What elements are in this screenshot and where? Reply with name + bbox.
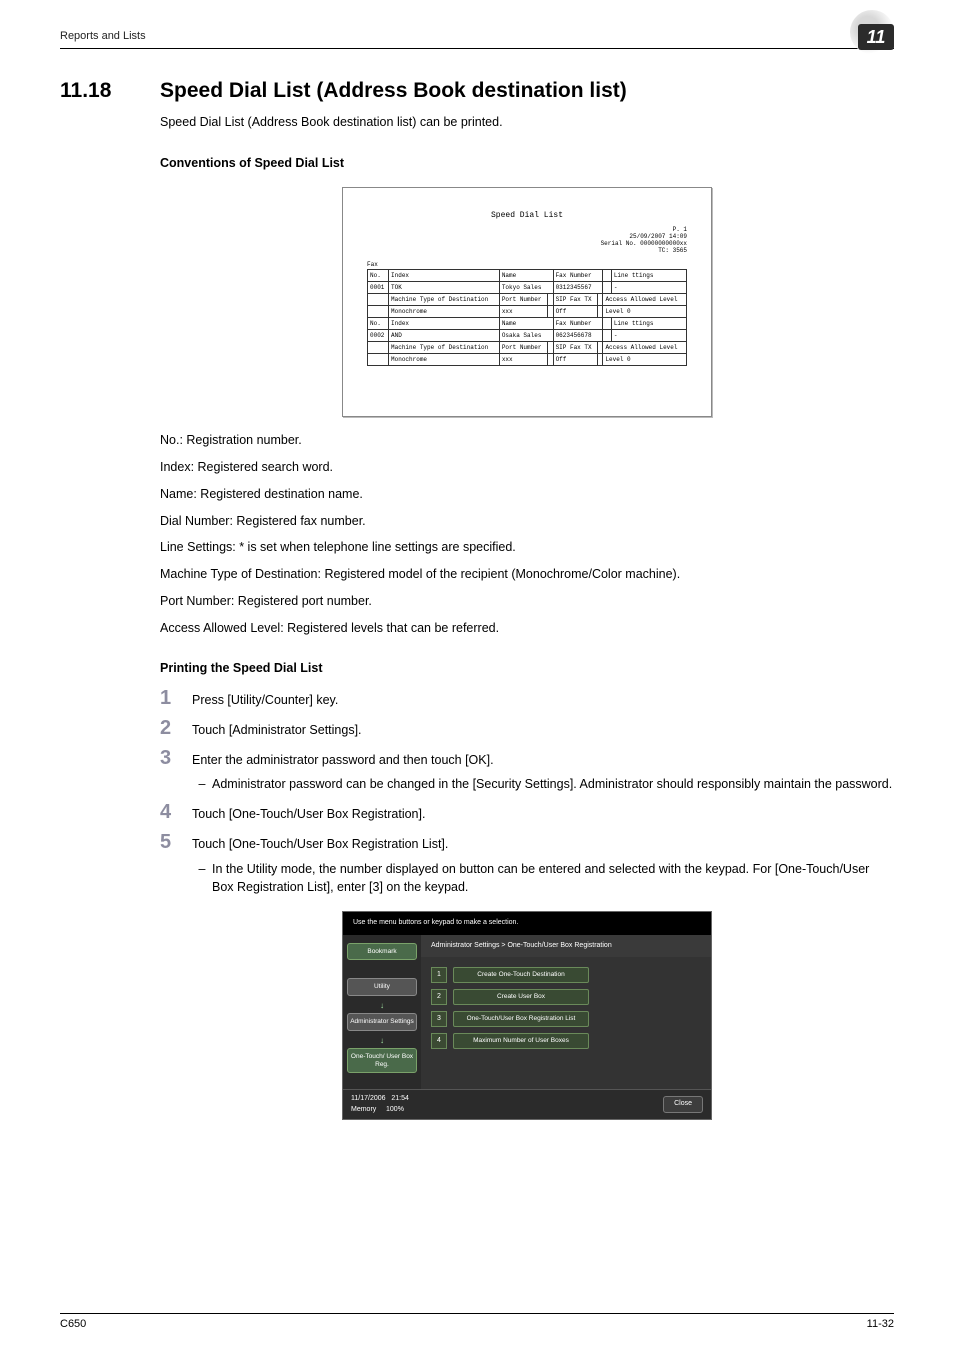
top-rule: [60, 48, 894, 49]
report-meta: P. 1 25/09/2007 14:09 Serial No. 0000000…: [367, 226, 687, 255]
step-sub: – Administrator password can be changed …: [192, 775, 894, 794]
step-number: 5: [160, 832, 192, 897]
menu-label: Create One-Touch Destination: [453, 967, 589, 983]
def-dial: Dial Number: Registered fax number.: [160, 512, 894, 531]
screen-footer: 11/17/2006 21:54 Memory 100% Close: [343, 1089, 711, 1119]
step-2: 2 Touch [Administrator Settings].: [160, 718, 894, 740]
step-3: 3 Enter the administrator password and t…: [160, 748, 894, 795]
bookmark-button[interactable]: Bookmark: [347, 943, 417, 961]
one-touch-button[interactable]: One-Touch/ User Box Reg.: [347, 1048, 417, 1074]
utility-button[interactable]: Utility: [347, 978, 417, 996]
section-title: Speed Dial List (Address Book destinatio…: [160, 79, 627, 103]
step-number: 2: [160, 718, 192, 740]
col-fax: Fax Number: [553, 270, 603, 282]
page: Reports and Lists 11 11.18 Speed Dial Li…: [0, 0, 954, 1350]
report-datetime: 25/09/2007 14:09: [367, 233, 687, 240]
section-heading: 11.18 Speed Dial List (Address Book dest…: [60, 79, 894, 103]
screen-sidebar: Bookmark Utility ↓ Administrator Setting…: [343, 935, 421, 1090]
report-group: Fax: [367, 260, 687, 269]
screen-instruction: Use the menu buttons or keypad to make a…: [343, 912, 711, 935]
report-table: No. Index Name Fax Number Line ttings 00…: [367, 269, 687, 366]
arrow-down-icon: ↓: [347, 1000, 417, 1012]
table-row: 0001 TOK Tokyo Sales 0312345567 -: [368, 282, 687, 294]
table-subrow-val: Monochrome xxx Off Level 0: [368, 306, 687, 318]
footer-right: 11-32: [867, 1318, 894, 1330]
page-footer: C650 11-32: [60, 1313, 894, 1330]
report-tc: TC: 3565: [367, 247, 687, 254]
step-sub-text: Administrator password can be changed in…: [212, 775, 894, 794]
report-sheet: Speed Dial List P. 1 25/09/2007 14:09 Se…: [342, 187, 712, 418]
step-number: 1: [160, 688, 192, 710]
def-access: Access Allowed Level: Registered levels …: [160, 619, 894, 638]
step-text: Touch [One-Touch/User Box Registration].: [192, 802, 894, 824]
menu-item-3[interactable]: 3 One-Touch/User Box Registration List: [431, 1011, 701, 1027]
dash-icon: –: [192, 860, 212, 898]
conventions-heading: Conventions of Speed Dial List: [160, 154, 894, 173]
def-mtype: Machine Type of Destination: Registered …: [160, 565, 894, 584]
menu-item-2[interactable]: 2 Create User Box: [431, 989, 701, 1005]
step-1: 1 Press [Utility/Counter] key.: [160, 688, 894, 710]
menu-label: Maximum Number of User Boxes: [453, 1033, 589, 1049]
menu-number: 4: [431, 1033, 447, 1049]
step-4: 4 Touch [One-Touch/User Box Registration…: [160, 802, 894, 824]
menu-number: 1: [431, 967, 447, 983]
def-port: Port Number: Registered port number.: [160, 592, 894, 611]
step-sub-text: In the Utility mode, the number displaye…: [212, 860, 894, 898]
footer-left: C650: [60, 1318, 86, 1330]
dash-icon: –: [192, 775, 212, 794]
arrow-down-icon: ↓: [347, 1035, 417, 1047]
footer-status: 11/17/2006 21:54 Memory 100%: [351, 1094, 409, 1115]
screen-breadcrumb: Administrator Settings > One-Touch/User …: [421, 935, 711, 958]
step-number: 4: [160, 802, 192, 824]
table-row: 0002 AND Osaka Sales 0623456678 -: [368, 330, 687, 342]
menu-label: Create User Box: [453, 989, 589, 1005]
step-text: Touch [Administrator Settings].: [192, 718, 894, 740]
def-name: Name: Registered destination name.: [160, 485, 894, 504]
col-line: [603, 270, 611, 282]
step-text: Touch [One-Touch/User Box Registration L…: [192, 835, 894, 854]
menu-number: 2: [431, 989, 447, 1005]
menu-item-1[interactable]: 1 Create One-Touch Destination: [431, 967, 701, 983]
report-serial: Serial No. 00000000000xx: [367, 240, 687, 247]
running-head: Reports and Lists: [60, 30, 894, 46]
report-title: Speed Dial List: [367, 210, 687, 222]
def-no: No.: Registration number.: [160, 431, 894, 450]
menu-number: 3: [431, 1011, 447, 1027]
step-sub: – In the Utility mode, the number displa…: [192, 860, 894, 898]
step-text: Enter the administrator password and the…: [192, 751, 894, 770]
def-line: Line Settings: * is set when telephone l…: [160, 538, 894, 557]
report-preview: Speed Dial List P. 1 25/09/2007 14:09 Se…: [342, 187, 712, 418]
def-index: Index: Registered search word.: [160, 458, 894, 477]
step-text: Press [Utility/Counter] key.: [192, 688, 894, 710]
table-subrow: Machine Type of Destination Port Number …: [368, 294, 687, 306]
section-number: 11.18: [60, 79, 160, 103]
col-index: Index: [389, 270, 500, 282]
col-lineset: Line ttings: [611, 270, 686, 282]
close-button[interactable]: Close: [663, 1096, 703, 1113]
table-subrow-val: Monochrome xxx Off Level 0: [368, 354, 687, 366]
table-subrow: Machine Type of Destination Port Number …: [368, 342, 687, 354]
utility-screenshot: Use the menu buttons or keypad to make a…: [342, 911, 712, 1120]
report-page: P. 1: [367, 226, 687, 233]
chapter-number-badge: 11: [858, 24, 894, 50]
step-5: 5 Touch [One-Touch/User Box Registration…: [160, 832, 894, 897]
admin-settings-button[interactable]: Administrator Settings: [347, 1013, 417, 1031]
menu-item-4[interactable]: 4 Maximum Number of User Boxes: [431, 1033, 701, 1049]
col-no: No.: [368, 270, 389, 282]
menu-label: One-Touch/User Box Registration List: [453, 1011, 589, 1027]
intro-text: Speed Dial List (Address Book destinatio…: [160, 113, 894, 132]
col-name: Name: [499, 270, 553, 282]
step-number: 3: [160, 748, 192, 795]
screen-main: Administrator Settings > One-Touch/User …: [421, 935, 711, 1090]
body: Speed Dial List (Address Book destinatio…: [160, 113, 894, 1120]
printing-heading: Printing the Speed Dial List: [160, 659, 894, 678]
